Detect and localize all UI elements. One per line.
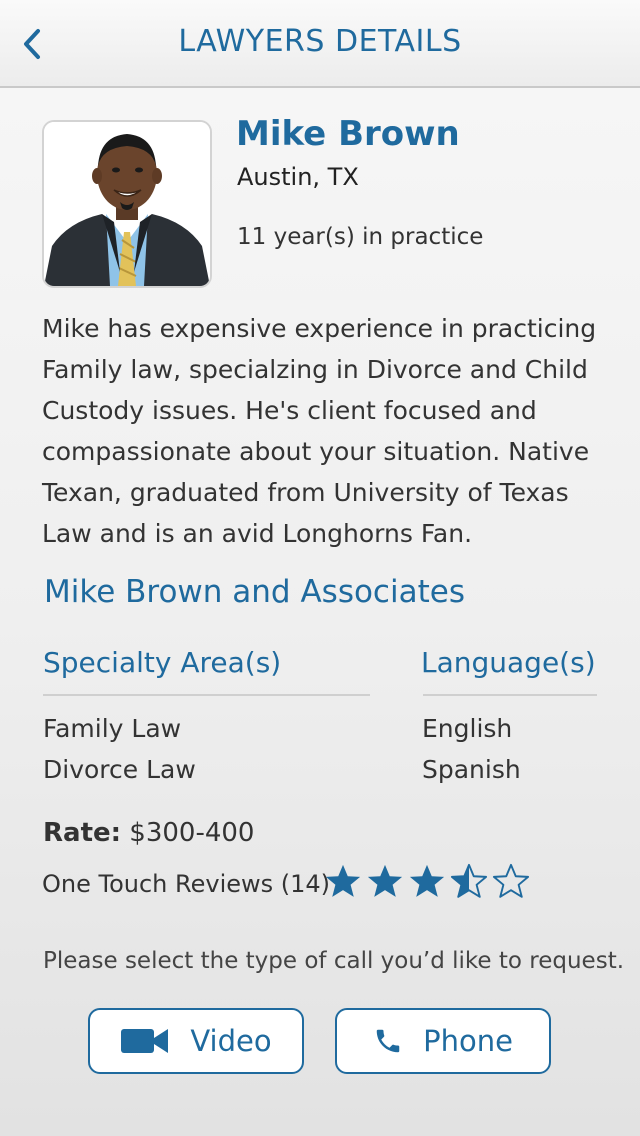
phone-button-label: Phone [423,1024,513,1058]
lawyer-location: Austin, TX [237,163,359,191]
call-type-prompt: Please select the type of call you’d lik… [43,948,625,974]
phone-icon [373,1024,403,1058]
specialty-item: Divorce Law [43,755,196,784]
half-star-icon [450,862,488,900]
empty-star-icon [492,862,530,900]
nav-bar: LAWYERS DETAILS [0,0,640,88]
specialty-item: Family Law [43,714,182,743]
phone-call-button[interactable]: Phone [335,1008,551,1074]
specialty-heading: Specialty Area(s) [43,646,282,679]
specialty-divider [43,694,370,696]
star-icon [408,862,446,900]
video-call-button[interactable]: Video [88,1008,304,1074]
lawyer-photo [42,120,212,288]
reviews-link[interactable]: One Touch Reviews (14) [42,870,330,898]
video-camera-icon [120,1026,170,1056]
rate-value: $300-400 [129,818,255,848]
lawyer-name: Mike Brown [236,114,460,154]
language-divider [423,694,597,696]
firm-name: Mike Brown and Associates [44,574,465,610]
star-rating [324,862,530,900]
rate: Rate: $300-400 [43,818,254,848]
lawyer-bio: Mike has expensive experience in practic… [42,314,597,548]
star-icon [366,862,404,900]
language-heading: Language(s) [421,646,596,679]
language-item: Spanish [422,755,521,784]
rate-label: Rate: [43,818,122,848]
page-title: LAWYERS DETAILS [178,24,462,59]
video-button-label: Video [190,1024,272,1058]
star-icon [324,862,362,900]
years-in-practice: 11 year(s) in practice [237,224,484,250]
language-item: English [422,714,513,743]
